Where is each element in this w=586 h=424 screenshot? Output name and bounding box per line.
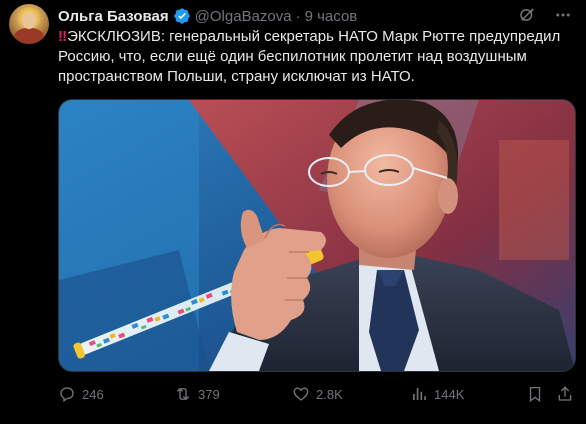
avatar-robe (14, 28, 44, 44)
tweet-actions: 246 379 2.8K 144K (58, 383, 574, 405)
repost-button[interactable]: 379 (174, 385, 220, 403)
post-timestamp[interactable]: 9 часов (305, 8, 358, 25)
bookmark-icon (526, 385, 544, 403)
avatar-face (22, 13, 36, 29)
author-handle[interactable]: @OlgaBazova (195, 8, 292, 25)
like-count: 2.8K (316, 386, 343, 402)
heart-icon (292, 385, 310, 403)
author-display-name[interactable]: Ольга Базовая (58, 8, 169, 25)
views-count: 144K (434, 386, 465, 402)
views-button[interactable]: 144K (410, 385, 464, 403)
like-button[interactable]: 2.8K (292, 385, 343, 403)
verified-badge-icon (173, 7, 191, 25)
repost-count: 379 (198, 386, 220, 402)
reply-button[interactable]: 246 (58, 385, 104, 403)
double-exclamation-emoji: ‼ (58, 28, 67, 45)
share-button[interactable] (556, 385, 574, 403)
analytics-icon (410, 385, 428, 403)
repost-icon (174, 385, 192, 403)
tweet-header: Ольга Базовая @OlgaBazova · 9 часов (58, 6, 357, 26)
tweet: Ольга Базовая @OlgaBazova · 9 часов ‼ ЭК… (0, 0, 586, 424)
author-avatar[interactable] (9, 4, 49, 44)
reply-icon (58, 385, 76, 403)
top-icons (518, 6, 572, 24)
reply-count: 246 (82, 386, 104, 402)
tweet-text-body: ЭКСКЛЮЗИВ: генеральный секретарь НАТО Ма… (58, 28, 561, 85)
bookmark-button[interactable] (526, 385, 544, 403)
grok-icon[interactable] (518, 6, 536, 24)
tweet-text: ‼ ЭКСКЛЮЗИВ: генеральный секретарь НАТО М… (58, 27, 568, 87)
separator-dot: · (295, 7, 301, 25)
more-icon[interactable] (554, 6, 572, 24)
share-icon (556, 385, 574, 403)
tweet-photo[interactable] (58, 99, 576, 372)
